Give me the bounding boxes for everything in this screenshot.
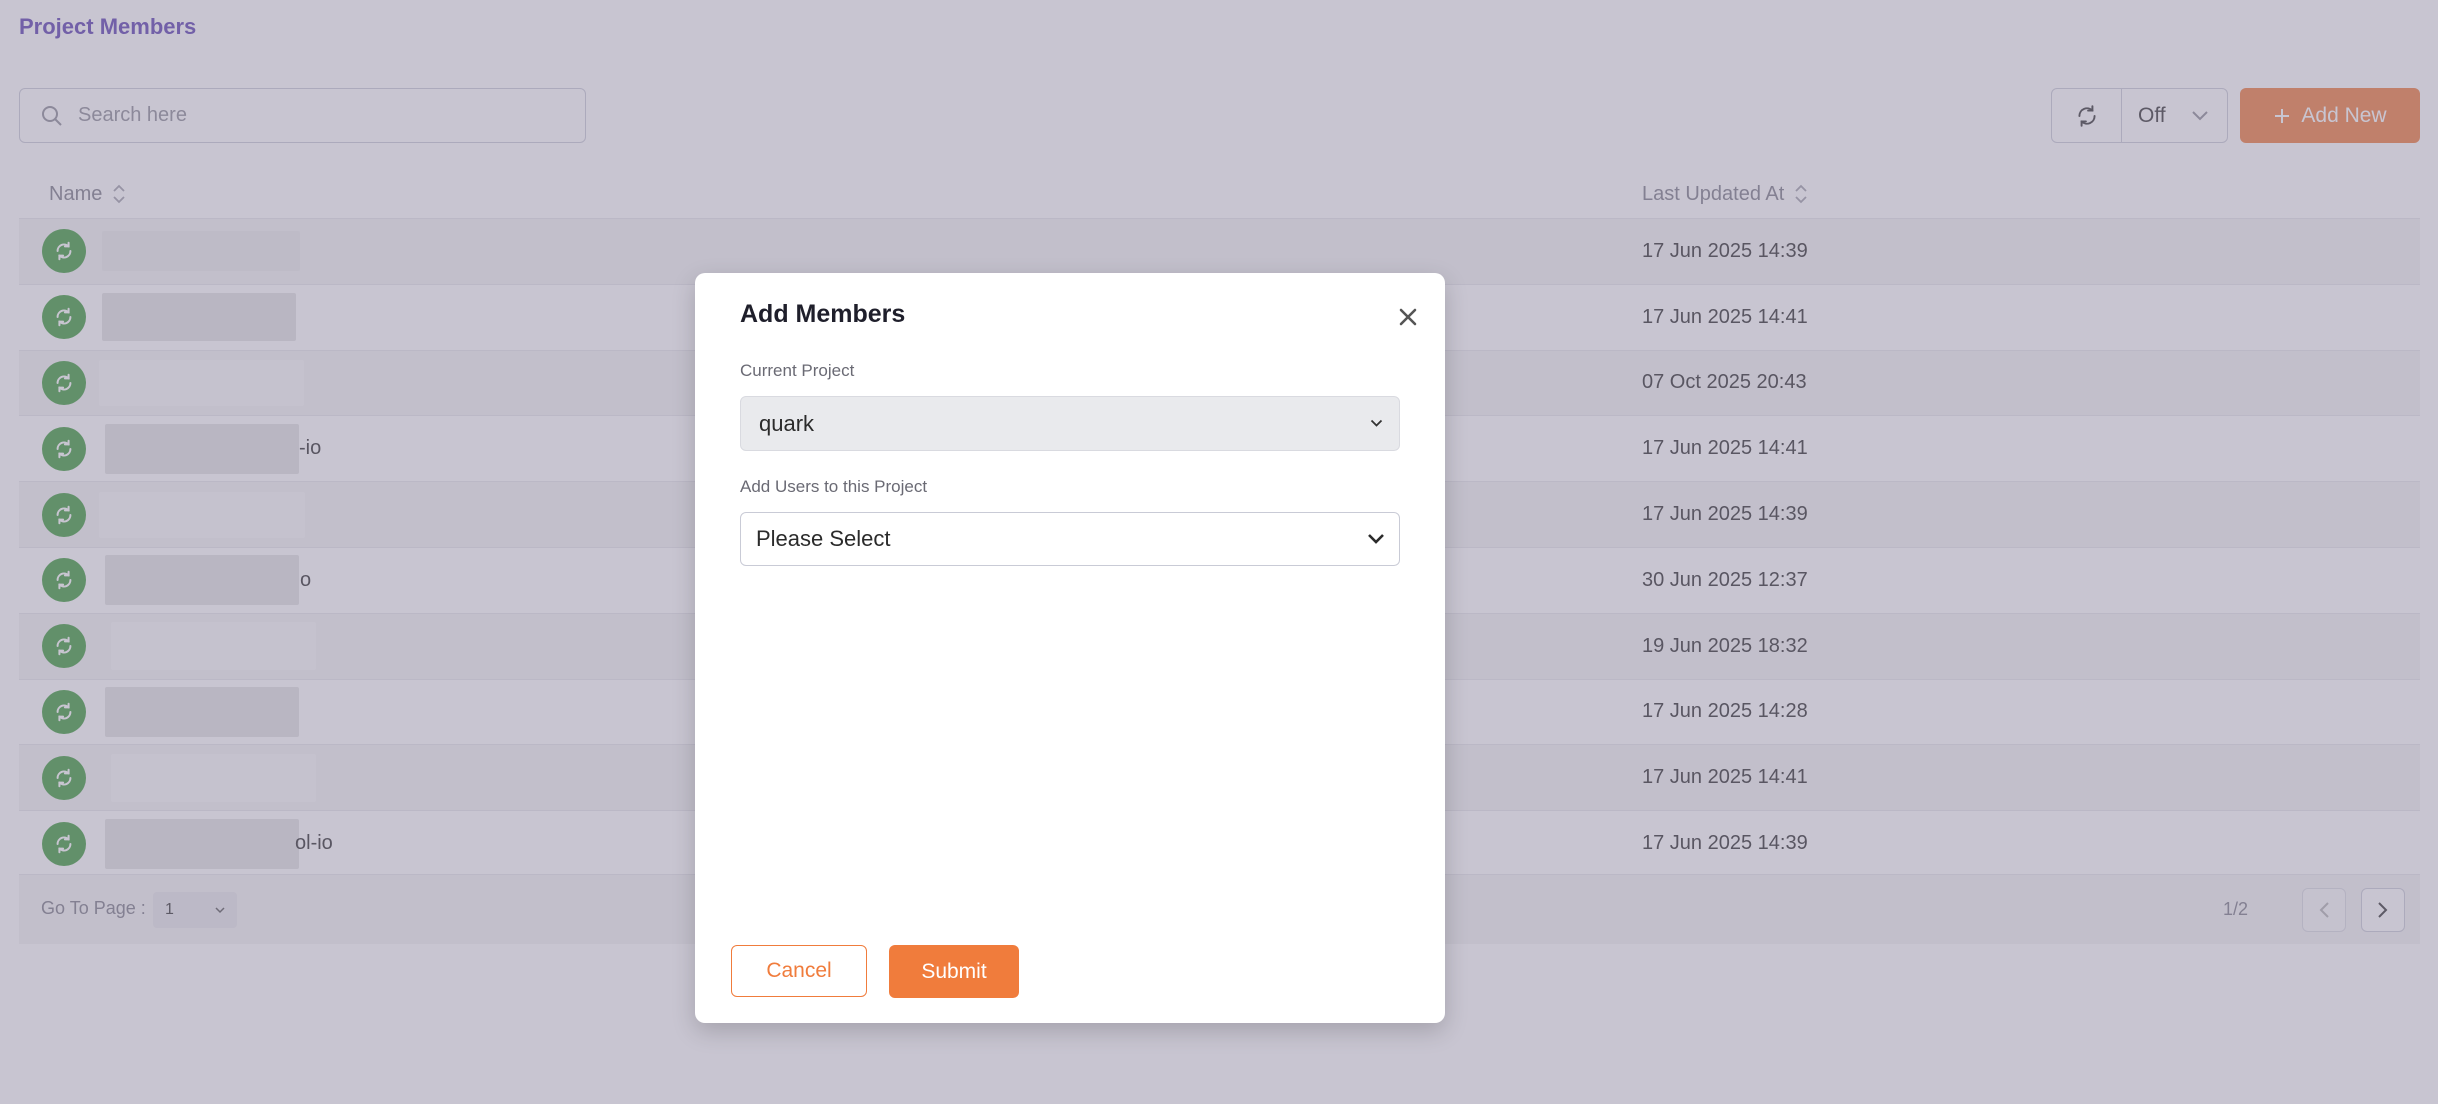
chevron-down-icon <box>1368 534 1384 544</box>
current-project-label: Current Project <box>740 361 855 380</box>
close-icon[interactable] <box>1397 306 1419 328</box>
add-users-label: Add Users to this Project <box>740 477 928 496</box>
dialog-title: Add Members <box>740 300 906 328</box>
current-project-value: quark <box>759 410 815 436</box>
chevron-down-icon <box>1370 419 1383 427</box>
current-project-select[interactable]: quark <box>740 396 1400 451</box>
add-members-dialog: Add Members Current Project quark Add Us… <box>695 273 1445 1023</box>
cancel-button[interactable]: Cancel <box>731 945 867 997</box>
add-users-placeholder: Please Select <box>756 526 891 551</box>
add-users-select[interactable]: Please Select <box>740 512 1400 566</box>
submit-button[interactable]: Submit <box>889 945 1019 998</box>
